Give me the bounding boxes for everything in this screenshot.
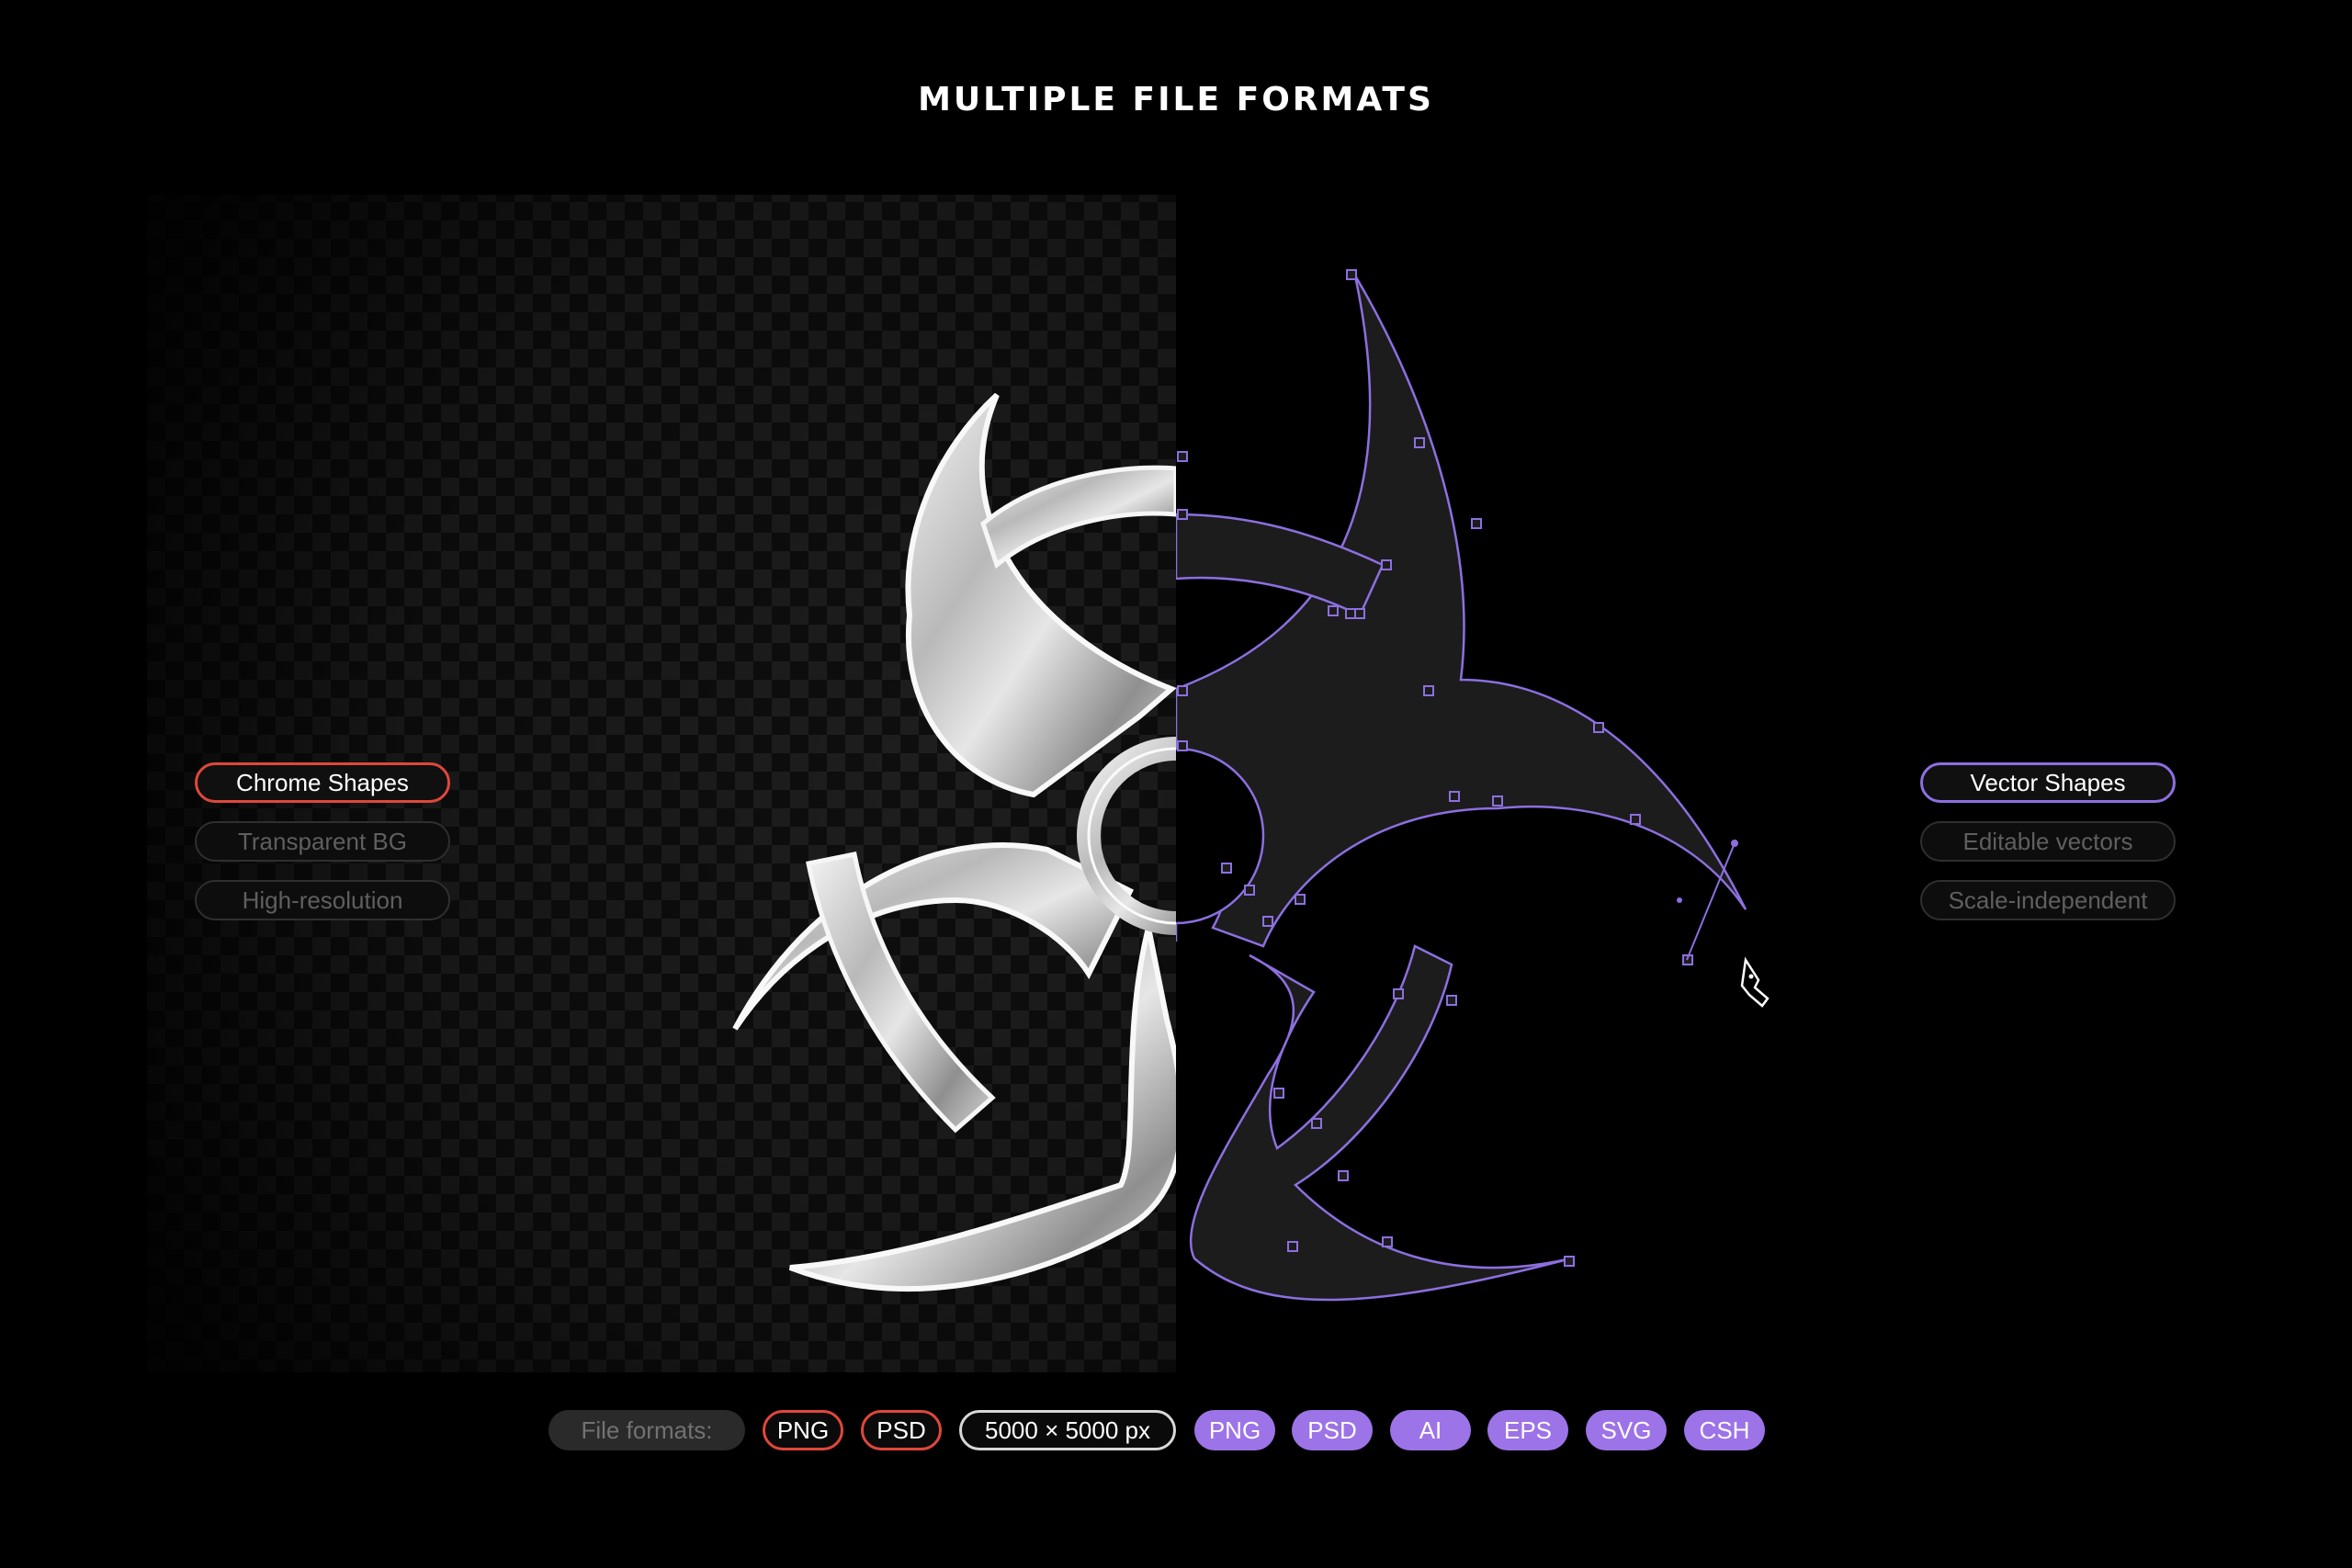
feature-editable-vectors[interactable]: Editable vectors bbox=[1920, 821, 2176, 862]
format-badge-psd-raster[interactable]: PSD bbox=[861, 1410, 942, 1450]
vector-biohazard-icon bbox=[1176, 269, 1747, 1302]
feature-vector-shapes[interactable]: Vector Shapes bbox=[1920, 762, 2176, 803]
format-badge-png-vector[interactable]: PNG bbox=[1194, 1410, 1275, 1450]
format-badge-svg[interactable]: SVG bbox=[1586, 1410, 1667, 1450]
format-badge-eps[interactable]: EPS bbox=[1487, 1410, 1568, 1450]
feature-transparent-bg[interactable]: Transparent BG bbox=[195, 821, 450, 862]
format-badge-csh[interactable]: CSH bbox=[1684, 1410, 1765, 1450]
resolution-badge[interactable]: 5000 × 5000 px bbox=[959, 1410, 1176, 1450]
feature-chrome-shapes[interactable]: Chrome Shapes bbox=[195, 762, 450, 803]
pen-tool-icon bbox=[1740, 956, 1770, 1008]
format-badge-psd-vector[interactable]: PSD bbox=[1292, 1410, 1373, 1450]
format-badge-ai[interactable]: AI bbox=[1390, 1410, 1471, 1450]
file-formats-label: File formats: bbox=[548, 1410, 745, 1450]
feature-high-resolution[interactable]: High-resolution bbox=[195, 880, 450, 920]
feature-scale-independent[interactable]: Scale-independent bbox=[1920, 880, 2176, 920]
format-badge-png-raster[interactable]: PNG bbox=[763, 1410, 843, 1450]
